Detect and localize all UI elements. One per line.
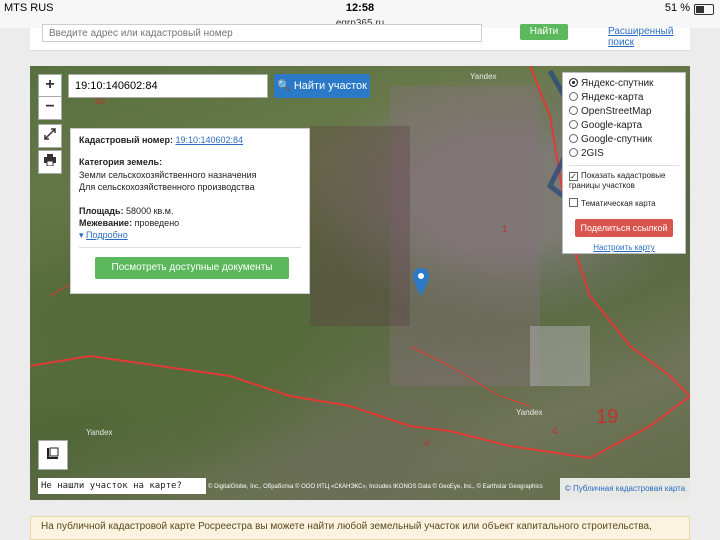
thematic-map-label: Тематическая карта [581,199,656,208]
cadastral-number-label: Кадастровый номер: [79,135,173,145]
boundary-line-south [30,354,690,460]
battery-percent: 51 % [664,2,690,14]
watermark-yandex: Yandex [86,428,113,437]
caret-down-icon: ▾ [79,230,84,240]
layer-option-yandex-satellite[interactable]: Яндекс-спутник [569,77,653,91]
map-layers-panel: Яндекс-спутник Яндекс-карта OpenStreetMa… [562,72,686,254]
layer-label: 2GIS [581,148,604,159]
search-icon: 🔍 [277,80,291,92]
radio-icon[interactable] [569,92,578,101]
cadastral-number-link[interactable]: 19:10:140602:84 [175,135,243,145]
info-note: На публичной кадастровой карте Росреестр… [30,516,690,540]
survey-row: Межевание: проведено [79,218,179,228]
layer-label: OpenStreetMap [581,106,652,117]
advanced-search-link[interactable]: Расширенный поиск [608,26,690,48]
zoom-out-button[interactable]: − [38,96,62,120]
area-value: 58000 кв.м. [126,206,174,216]
radio-icon[interactable] [569,134,578,143]
parcel-shade-west [310,126,410,326]
not-found-link[interactable]: Не нашли участок на карте? [38,478,206,494]
cadastral-number-row: Кадастровый номер: 19:10:140602:84 [79,135,243,145]
land-category-value: Земли сельскохозяйственного назначения [79,170,257,180]
selection-tool-button[interactable] [38,440,68,470]
details-link[interactable]: Подробно [86,230,128,240]
share-link-button[interactable]: Поделиться ссылкой [575,219,673,237]
parcel-number-1: 1 [502,224,508,235]
watermark-yandex: Yandex [516,408,543,417]
land-use-value: Для сельскохозяйственного производства [79,182,255,192]
watermark-yandex: Yandex [470,72,497,81]
printer-icon [44,154,56,167]
thematic-map-toggle[interactable]: Тематическая карта [569,197,656,211]
cadastral-map[interactable]: 10 1 4 4 19 Yandex Yandex Yandex + − 🔍 Н… [30,66,690,500]
parcel-number-4b: 4 [552,426,558,437]
checkbox-icon[interactable] [569,198,578,207]
survey-label: Межевание: [79,218,133,228]
radio-icon[interactable] [569,120,578,129]
find-button[interactable]: Найти [520,24,568,40]
parcel-number-19: 19 [596,406,619,428]
layer-option-yandex-map[interactable]: Яндекс-карта [569,91,644,105]
layer-option-google-map[interactable]: Google-карта [569,119,642,133]
layer-label: Google-карта [581,120,643,131]
parcel-number-4a: 4 [424,438,430,449]
area-row: Площадь: 58000 кв.м. [79,206,173,216]
top-search-form: Найти Расширенный поиск [30,24,690,51]
parcel-info-panel: Кадастровый номер: 19:10:140602:84 Катег… [70,128,310,294]
parcel-shade-light [530,326,590,386]
layer-label: Яндекс-спутник [581,78,654,89]
zoom-in-button[interactable]: + [38,74,62,98]
clock: 12:58 [345,2,375,14]
cadastral-search-input[interactable] [68,74,268,98]
ios-status-bar: MTS RUS 12:58 51 % [0,0,720,18]
configure-map-link[interactable]: Настроить карту [563,243,685,252]
map-attribution: © DigitalGlobe, Inc., Обработка © ООО ИТ… [208,484,543,490]
details-toggle[interactable]: ▾ Подробно [79,230,128,241]
expand-icon [44,128,56,140]
radio-selected-icon[interactable] [569,78,578,87]
radio-icon[interactable] [569,148,578,157]
area-label: Площадь: [79,206,124,216]
radio-icon[interactable] [569,106,578,115]
find-parcel-button[interactable]: 🔍 Найти участок [274,74,370,98]
print-button[interactable] [38,150,62,174]
layers-divider [569,165,679,166]
view-documents-button[interactable]: Посмотреть доступные документы [95,257,289,279]
layer-option-osm[interactable]: OpenStreetMap [569,105,652,119]
address-search-input[interactable] [42,24,482,42]
checkbox-checked-icon[interactable]: ✓ [569,172,578,181]
layer-option-2gis[interactable]: 2GIS [569,147,604,161]
layer-label: Google-спутник [581,134,653,145]
survey-value: проведено [134,218,180,228]
land-category-title: Категория земель: [79,157,163,167]
layer-option-google-satellite[interactable]: Google-спутник [569,133,652,147]
find-parcel-label: Найти участок [293,80,367,92]
parcel-shade-east [390,86,540,386]
show-borders-label: Показать кадастровые границы участков [569,171,666,190]
battery-icon [694,4,714,15]
show-borders-toggle[interactable]: ✓ Показать кадастровые границы участков [569,171,681,193]
land-category-label: Категория земель: [79,157,162,167]
layers-icon [47,447,59,459]
public-cadastral-map-link[interactable]: © Публичная кадастровая карта [560,478,690,500]
map-marker-icon[interactable] [413,268,429,296]
layer-label: Яндекс-карта [581,92,644,103]
panel-divider [79,247,301,248]
fullscreen-button[interactable] [38,124,62,148]
